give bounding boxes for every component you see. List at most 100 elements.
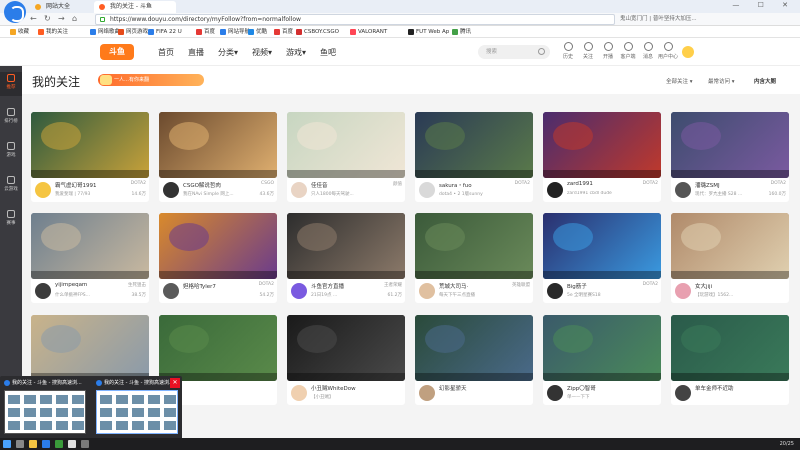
stream-thumbnail[interactable]	[159, 112, 277, 178]
follow-button[interactable]: 关注	[578, 42, 598, 60]
streamer-avatar[interactable]	[163, 182, 179, 198]
app-taskbar-icon[interactable]	[81, 440, 89, 448]
refresh-icon[interactable]: ↻	[44, 14, 51, 23]
nav-live[interactable]: 直播	[188, 47, 204, 58]
streamer-avatar[interactable]	[291, 283, 307, 299]
bookmark-item[interactable]: VALORANT	[350, 27, 387, 37]
streamer-avatar[interactable]	[291, 385, 307, 401]
search-input[interactable]: 搜索	[478, 45, 550, 59]
streamer-name[interactable]: 斗鱼官方直播	[311, 282, 381, 290]
stream-thumbnail[interactable]	[671, 112, 789, 178]
preview-thumbnail[interactable]	[4, 390, 86, 434]
file-explorer-icon[interactable]	[29, 440, 37, 448]
streamer-avatar[interactable]	[547, 283, 563, 299]
url-input[interactable]: https://www.douyu.com/directory/myFollow…	[95, 14, 615, 25]
stream-thumbnail[interactable]	[31, 315, 149, 381]
sidebar-item-heart[interactable]: 推荐	[0, 72, 22, 96]
system-tray-clock[interactable]: 20/25	[780, 439, 794, 449]
stream-thumbnail[interactable]	[543, 213, 661, 279]
forward-icon[interactable]: →	[58, 14, 65, 23]
bookmark-item[interactable]: 网站导航	[220, 27, 250, 37]
streamer-name[interactable]: 佳佳音	[311, 181, 381, 189]
streamer-avatar[interactable]	[675, 385, 691, 401]
app-taskbar-icon[interactable]	[55, 440, 63, 448]
streamer-avatar[interactable]	[675, 182, 691, 198]
user-center-button[interactable]: 用户中心	[658, 42, 678, 60]
streamer-avatar[interactable]	[35, 182, 51, 198]
streamer-name[interactable]: 荒城大司马·	[439, 282, 509, 290]
bookmark-item[interactable]: 网页游戏	[118, 27, 148, 37]
streamer-avatar[interactable]	[675, 283, 691, 299]
bookmark-item[interactable]: 收藏	[10, 27, 29, 37]
sidebar-item-game[interactable]: 游戏	[0, 140, 22, 164]
tab-my-follow[interactable]: 我的关注 - 斗鱼	[94, 1, 176, 13]
streamer-avatar[interactable]	[419, 182, 435, 198]
preview-thumbnail[interactable]	[96, 390, 178, 434]
broadcast-button[interactable]: 开播	[598, 42, 618, 60]
sidebar-item-rank[interactable]: 排行榜	[0, 106, 22, 130]
stream-thumbnail[interactable]	[31, 213, 149, 279]
browser-logo-icon[interactable]	[4, 1, 26, 23]
nav-game[interactable]: 游戏▾	[286, 47, 306, 58]
streamer-name[interactable]: 幻影星骄天	[439, 384, 509, 392]
streamer-name[interactable]: 潘璐ZSMJ	[695, 181, 765, 189]
streamer-avatar[interactable]	[547, 182, 563, 198]
filter-include-hall[interactable]: 内含大厕	[754, 77, 776, 85]
streamer-name[interactable]: sakura・fuo	[439, 181, 509, 189]
bookmark-item[interactable]: 腾讯	[452, 27, 471, 37]
streamer-avatar[interactable]	[163, 283, 179, 299]
bookmark-item[interactable]: FUT Web Ap	[408, 27, 449, 37]
user-avatar[interactable]	[682, 46, 694, 58]
windows-start-icon[interactable]	[3, 440, 11, 448]
stream-thumbnail[interactable]	[159, 315, 277, 381]
streamer-name[interactable]: CSGO解说哲肉	[183, 181, 253, 189]
streamer-name[interactable]: Big筋子	[567, 282, 637, 290]
stream-thumbnail[interactable]	[671, 315, 789, 381]
bookmark-item[interactable]: 优酷	[248, 27, 267, 37]
nav-video[interactable]: 视频▾	[252, 47, 272, 58]
back-icon[interactable]: ←	[30, 14, 37, 23]
streamer-name[interactable]: yijimpeqam	[55, 282, 125, 288]
nav-home[interactable]: 首页	[158, 47, 174, 58]
streamer-avatar[interactable]	[35, 283, 51, 299]
stream-thumbnail[interactable]	[415, 315, 533, 381]
streamer-name[interactable]: 小丑贼WhiteDow	[311, 384, 381, 392]
history-button[interactable]: 历史	[558, 42, 578, 60]
streamer-name[interactable]: zard1991	[567, 181, 637, 187]
streamer-name[interactable]: 女大jiji	[695, 282, 765, 290]
window-controls[interactable]: — ☐ ✕	[732, 1, 796, 9]
stream-thumbnail[interactable]	[287, 315, 405, 381]
streamer-name[interactable]: Zipp〇智哥	[567, 384, 637, 392]
app-taskbar-icon[interactable]	[68, 440, 76, 448]
stream-thumbnail[interactable]	[415, 112, 533, 178]
stream-thumbnail[interactable]	[287, 213, 405, 279]
bookmark-item[interactable]: FIFA 22 U	[148, 27, 182, 37]
sidebar-item-trophy[interactable]: 赛事	[0, 208, 22, 232]
filter-most-visited[interactable]: 最常访问 ▾	[708, 77, 735, 85]
bookmark-item[interactable]: 网络歌曲	[90, 27, 120, 37]
nav-fishbar[interactable]: 鱼吧	[320, 47, 336, 58]
stream-thumbnail[interactable]	[671, 213, 789, 279]
bookmark-item[interactable]: 我的关注	[38, 27, 68, 37]
filter-all-follow[interactable]: 全部关注 ▾	[666, 77, 693, 85]
close-icon[interactable]: ✕	[170, 378, 180, 388]
search-icon[interactable]	[538, 48, 545, 55]
address-bar-suggest[interactable]: 鬼山宽门门 | 普叶坚持大加压...	[620, 14, 750, 25]
douyu-logo[interactable]: 斗鱼	[100, 44, 134, 60]
search-icon[interactable]	[16, 440, 24, 448]
stream-thumbnail[interactable]	[543, 315, 661, 381]
preview-window-1[interactable]: 我的关注 - 斗鱼 - 搜狗高速浏...	[2, 378, 88, 436]
bookmark-item[interactable]: 百度	[196, 27, 215, 37]
streamer-name[interactable]: 妲格哈Tyler7	[183, 282, 253, 290]
stream-thumbnail[interactable]	[415, 213, 533, 279]
bookmark-item[interactable]: 百度	[274, 27, 293, 37]
preview-window-2[interactable]: 我的关注 - 斗鱼 - 搜狗高速浏... ✕	[94, 378, 180, 436]
client-button[interactable]: 客户端	[618, 42, 638, 60]
home-icon[interactable]: ⌂	[72, 14, 77, 23]
nav-category[interactable]: 分类▾	[218, 47, 238, 58]
streamer-avatar[interactable]	[419, 385, 435, 401]
streamer-avatar[interactable]	[419, 283, 435, 299]
stream-thumbnail[interactable]	[543, 112, 661, 178]
streamer-avatar[interactable]	[291, 182, 307, 198]
streamer-avatar[interactable]	[547, 385, 563, 401]
